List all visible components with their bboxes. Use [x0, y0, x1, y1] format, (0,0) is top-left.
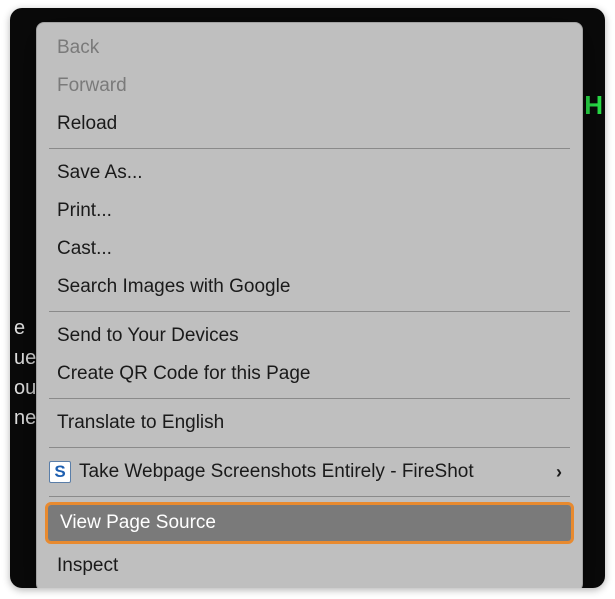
chevron-right-icon: › [556, 459, 562, 485]
menu-item-reload[interactable]: Reload [37, 105, 582, 143]
menu-divider [49, 447, 570, 448]
menu-item-inspect[interactable]: Inspect [37, 547, 582, 585]
menu-item-search-images[interactable]: Search Images with Google [37, 268, 582, 306]
menu-divider [49, 496, 570, 497]
menu-divider [49, 398, 570, 399]
menu-item-label: Take Webpage Screenshots Entirely - Fire… [79, 459, 474, 485]
context-menu: Back Forward Reload Save As... Print... … [36, 22, 583, 588]
menu-item-translate[interactable]: Translate to English [37, 404, 582, 442]
menu-item-create-qr[interactable]: Create QR Code for this Page [37, 355, 582, 393]
menu-item-save-as[interactable]: Save As... [37, 154, 582, 192]
background-text-fragment: e ue ou ne [14, 313, 36, 433]
menu-divider [49, 148, 570, 149]
menu-item-print[interactable]: Print... [37, 192, 582, 230]
page-backdrop: e ue ou ne H Back Forward Reload Save As… [10, 8, 605, 588]
menu-item-back: Back [37, 29, 582, 67]
menu-item-forward: Forward [37, 67, 582, 105]
menu-item-view-page-source[interactable]: View Page Source [48, 505, 571, 541]
highlight-annotation: View Page Source [45, 502, 574, 544]
menu-item-fireshot[interactable]: S Take Webpage Screenshots Entirely - Fi… [37, 453, 582, 491]
fireshot-icon: S [49, 461, 71, 483]
menu-item-cast[interactable]: Cast... [37, 230, 582, 268]
menu-divider [49, 311, 570, 312]
background-accent-text: H [584, 90, 603, 121]
menu-item-send-to-devices[interactable]: Send to Your Devices [37, 317, 582, 355]
